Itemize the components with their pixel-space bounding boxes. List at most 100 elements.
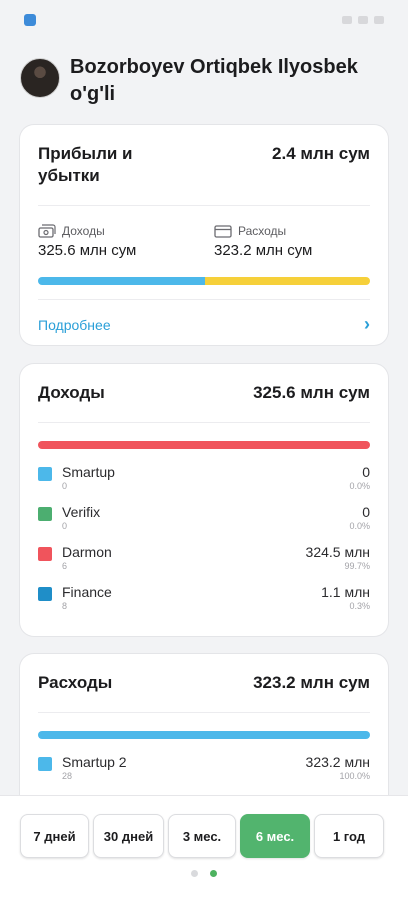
item-percent: 0.0% (349, 521, 370, 531)
item-percent: 0.3% (349, 601, 370, 611)
list-item[interactable]: Smartup 0 0 0.0% (38, 463, 370, 503)
list-item-text: Verifix 0 (62, 503, 100, 543)
item-count: 6 (62, 561, 68, 571)
income-total: 325.6 млн сум (253, 383, 370, 402)
list-item[interactable]: Darmon 6 324.5 млн 99.7% (38, 543, 370, 583)
list-item-left: Smartup 2 28 (38, 753, 127, 793)
list-item-text: Smartup 2 28 (62, 753, 127, 793)
expense-summary: Расходы 323.2 млн сум (194, 224, 370, 259)
income-summary-label: Доходы (62, 224, 105, 238)
expense-summary-value: 323.2 млн сум (214, 242, 313, 259)
wifi-icon (358, 16, 368, 24)
income-share-segment (38, 277, 205, 285)
more-link[interactable]: Подробнее (38, 317, 111, 333)
expense-share-segment (204, 277, 370, 285)
color-swatch (38, 547, 52, 561)
item-value: 323.2 млн (305, 754, 370, 770)
page-indicator (0, 870, 408, 877)
divider (38, 299, 370, 300)
page-dot[interactable] (191, 870, 198, 877)
battery-icon (374, 16, 384, 24)
period-6-months-button[interactable]: 6 мес. (240, 814, 310, 858)
card-icon (214, 225, 232, 238)
list-item-text: Finance 8 (62, 583, 112, 623)
list-item-right: 324.5 млн 99.7% (306, 543, 370, 583)
item-value: 0 (362, 464, 370, 480)
income-distribution-bar (38, 441, 370, 449)
income-header: Доходы 325.6 млн сум (20, 364, 388, 404)
expense-summary-label: Расходы (238, 224, 287, 238)
item-name: Smartup 2 (62, 754, 127, 770)
period-1-year-button[interactable]: 1 год (314, 814, 384, 858)
cash-icon (38, 224, 56, 238)
item-count: 8 (62, 601, 68, 611)
list-item-left: Smartup 0 (38, 463, 115, 503)
list-item[interactable]: Verifix 0 0 0.0% (38, 503, 370, 543)
profit-loss-title: Прибыли и убытки (38, 144, 133, 185)
profit-loss-card[interactable]: Прибыли и убытки 2.4 млн сум Доходы 325.… (20, 125, 388, 345)
chevron-right-icon[interactable]: › (364, 314, 370, 335)
item-percent: 99.7% (344, 561, 370, 571)
list-item-text: Darmon 6 (62, 543, 112, 583)
item-count: 28 (62, 771, 73, 781)
list-item-right: 0 0.0% (349, 503, 370, 543)
expenses-header: Расходы 323.2 млн сум (20, 654, 388, 694)
period-selector-panel: 7 дней 30 дней 3 мес. 6 мес. 1 год (0, 795, 408, 900)
more-row[interactable]: Подробнее › (20, 314, 388, 335)
profit-loss-header: Прибыли и убытки 2.4 млн сум (20, 125, 388, 187)
status-left (24, 14, 36, 26)
page-dot-active[interactable] (210, 870, 217, 877)
list-item-left: Finance 8 (38, 583, 112, 623)
profit-loss-total: 2.4 млн сум (272, 144, 370, 163)
period-selector: 7 дней 30 дней 3 мес. 6 мес. 1 год (0, 814, 408, 858)
item-count: 0 (62, 481, 68, 491)
income-summary: Доходы 325.6 млн сум (38, 224, 194, 259)
item-name: Verifix (62, 504, 101, 520)
list-item-left: Verifix 0 (38, 503, 100, 543)
period-30-days-button[interactable]: 30 дней (93, 814, 164, 858)
avatar[interactable] (20, 58, 60, 98)
item-value: 324.5 млн (305, 544, 370, 560)
profit-loss-columns: Доходы 325.6 млн сум Расходы 323.2 млн с… (20, 224, 388, 259)
profile-header: Bozorboyev Ortiqbek Ilyosbek o'g'li (0, 40, 408, 108)
list-item-left: Darmon 6 (38, 543, 112, 583)
item-name: Smartup (62, 464, 115, 480)
item-percent: 100.0% (339, 771, 370, 781)
list-item-right: 323.2 млн 100.0% (306, 753, 370, 793)
list-item[interactable]: Finance 8 1.1 млн 0.3% (38, 583, 370, 623)
expenses-list: Smartup 2 28 323.2 млн 100.0% (20, 753, 388, 793)
status-right (342, 16, 384, 24)
divider (38, 205, 370, 206)
item-value: 1.1 млн (321, 584, 370, 600)
color-swatch (38, 587, 52, 601)
profile-name: Bozorboyev Ortiqbek Ilyosbek o'g'li (70, 56, 358, 105)
expenses-distribution-bar (38, 731, 370, 739)
item-value: 0 (362, 504, 370, 520)
list-item-right: 0 0.0% (349, 463, 370, 503)
income-summary-label-row: Доходы (38, 224, 194, 238)
expense-summary-label-row: Расходы (214, 224, 370, 238)
status-bar (0, 0, 408, 40)
color-swatch (38, 757, 52, 771)
color-swatch (38, 507, 52, 521)
divider (38, 712, 370, 713)
item-percent: 0.0% (349, 481, 370, 491)
expenses-total: 323.2 млн сум (253, 673, 370, 692)
item-count: 0 (62, 521, 68, 531)
income-list: Smartup 0 0 0.0% Verifix 0 0 0.0% Darmon… (20, 463, 388, 623)
income-card[interactable]: Доходы 325.6 млн сум Smartup 0 0 0.0% Ve… (20, 364, 388, 636)
app-notification-icon (24, 14, 36, 26)
period-3-months-button[interactable]: 3 мес. (168, 814, 236, 858)
period-7-days-button[interactable]: 7 дней (20, 814, 89, 858)
divider (38, 422, 370, 423)
list-item-right: 1.1 млн 0.3% (321, 583, 370, 623)
item-name: Finance (62, 584, 112, 600)
list-item-text: Smartup 0 (62, 463, 115, 503)
income-summary-value: 325.6 млн сум (38, 242, 137, 259)
list-item[interactable]: Smartup 2 28 323.2 млн 100.0% (38, 753, 370, 793)
income-expense-ratio-bar (38, 277, 370, 285)
color-swatch (38, 467, 52, 481)
income-title: Доходы (38, 383, 105, 402)
expenses-title: Расходы (38, 673, 113, 692)
signal-icon (342, 16, 352, 24)
